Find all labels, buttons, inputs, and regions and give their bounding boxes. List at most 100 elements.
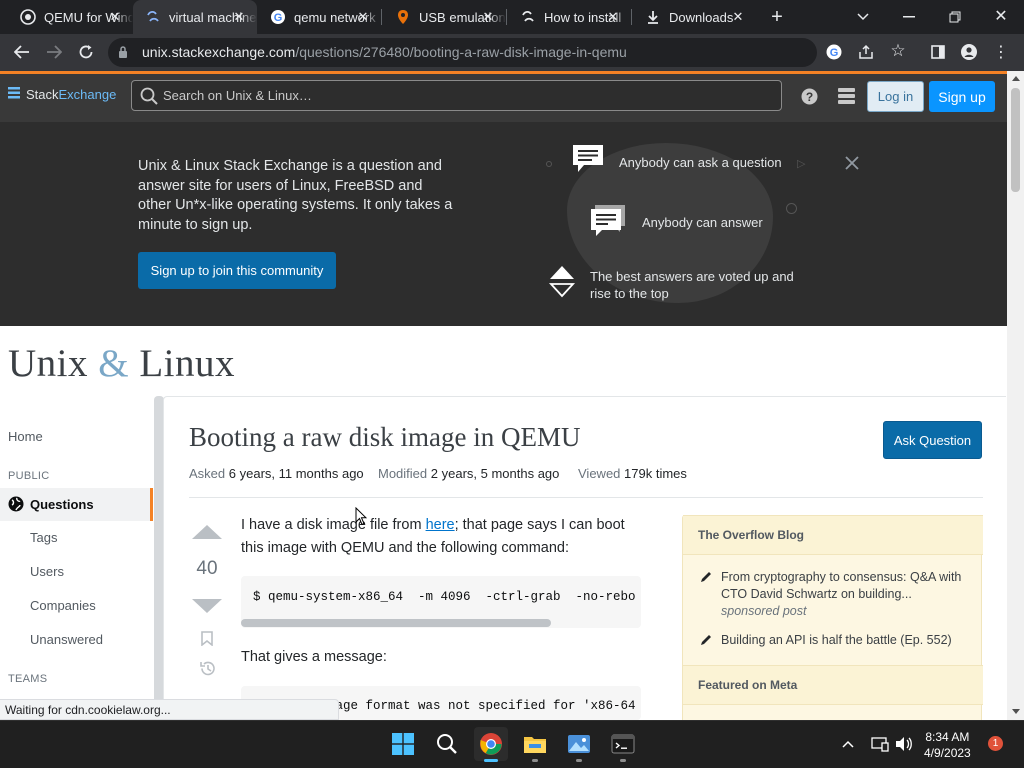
tab-close-icon[interactable]: ✕ [355,9,371,25]
browser-tab[interactable]: G qemu network ✕ [257,0,381,34]
file-explorer-icon[interactable] [518,727,552,761]
url-domain: unix.stackexchange.com [142,44,296,60]
active-app-indicator [484,759,498,762]
taskbar-clock[interactable]: 8:34 AM 4/9/2023 [924,729,971,761]
meta-asked: Asked 6 years, 11 months ago [189,466,364,481]
browser-tab[interactable]: USB emulation ✕ [382,0,506,34]
code-scrollbar[interactable] [241,619,551,627]
bookmark-icon[interactable] [199,630,215,646]
brand-exchange: Exchange [58,87,117,102]
stackexchange-logo[interactable]: Stack Exchange [8,87,116,102]
terminal-icon[interactable] [606,727,640,761]
restore-icon[interactable] [944,6,966,28]
new-tab-plus-icon[interactable]: + [766,6,788,28]
tray-chevron-up-icon[interactable] [840,736,856,752]
history-icon[interactable] [198,659,216,677]
page-scrollbar[interactable] [1007,71,1024,720]
question-paragraph-1: I have a disk image file from here; that… [241,514,651,560]
para-text: I have a disk image file from [241,517,426,533]
scroll-down-arrow-icon[interactable] [1011,707,1020,716]
nav-unanswered[interactable]: Unanswered [30,632,103,647]
side-panel-icon[interactable] [929,43,947,61]
logo-unix: Unix [8,342,88,385]
app-indicator [532,759,538,762]
mouse-cursor-icon [355,506,368,527]
minimize-icon[interactable] [898,6,920,28]
lock-icon[interactable] [117,45,129,59]
blog-item-text[interactable]: From cryptography to consensus: Q&A with… [721,570,961,601]
browser-tab[interactable]: How to install ✕ [507,0,631,34]
help-icon[interactable]: ? [800,87,818,105]
globe-icon [8,496,24,512]
meta-viewed-label: Viewed [578,466,621,481]
nav-users[interactable]: Users [30,564,64,579]
tab-close-icon[interactable]: ✕ [480,9,496,25]
notification-badge[interactable]: 1 [988,736,1003,751]
chrome-menu-icon[interactable]: ⋮ [993,43,1009,61]
site-switcher-icon[interactable] [837,87,855,105]
url-text[interactable]: unix.stackexchange.com/questions/276480/… [142,44,627,60]
pencil-icon [700,634,712,646]
hero-description: Unix & Linux Stack Exchange is a questio… [138,158,453,234]
back-arrow-icon[interactable] [12,42,32,62]
question-paragraph-2: That gives a message: [241,649,387,665]
decor-dot [546,161,552,167]
here-link[interactable]: here [426,517,455,533]
meta-modified-value[interactable]: 2 years, 5 months ago [431,466,560,481]
nav-tags[interactable]: Tags [30,530,57,545]
hero-signup-button[interactable]: Sign up to join this community [138,252,336,289]
decor-dot [786,203,797,214]
browser-tab[interactable]: Downloads ✕ [632,0,756,34]
profile-icon[interactable] [960,43,978,61]
meta-modified-label: Modified [378,466,428,481]
logo-ampersand: & [98,342,130,385]
volume-icon[interactable] [894,735,914,753]
vote-arrows-icon [548,264,576,300]
search-icon[interactable] [430,727,464,761]
windows-start-icon[interactable] [386,727,420,761]
pin-icon [395,9,411,25]
login-button[interactable]: Log in [867,81,924,112]
scroll-up-arrow-icon[interactable] [1011,74,1020,83]
search-icon [139,86,159,106]
downvote-icon[interactable] [191,597,223,615]
nav-home[interactable]: Home [8,429,43,444]
chrome-icon[interactable] [474,727,508,761]
browser-tab[interactable]: QEMU for Windows ✕ [0,0,133,34]
bookmark-star-icon[interactable]: ☆ [889,41,907,60]
answer-bubble-icon [590,204,626,238]
blog-item-2[interactable]: Building an API is half the battle (Ep. … [721,632,971,649]
question-title[interactable]: Booting a raw disk image in QEMU [189,422,580,453]
share-icon[interactable] [857,43,875,61]
tab-close-icon[interactable]: ✕ [231,9,247,25]
reload-icon[interactable] [76,42,96,62]
blog-heading: The Overflow Blog [683,515,983,555]
close-window-icon[interactable]: ✕ [990,5,1012,27]
tab-close-icon[interactable]: ✕ [730,9,746,25]
tab-search-chevron-icon[interactable] [852,6,874,28]
signup-button[interactable]: Sign up [929,81,995,112]
divider [189,497,983,498]
feature-answer: Anybody can answer [642,215,763,230]
scroll-thumb[interactable] [1011,88,1020,192]
browser-tab-active[interactable]: virtual machine ✕ [133,0,257,34]
blog-item-1[interactable]: From cryptography to consensus: Q&A with… [721,569,971,620]
network-display-icon[interactable] [870,735,890,753]
site-logo[interactable]: Unix & Linux [8,341,235,386]
forward-arrow-icon[interactable] [44,42,64,62]
ask-question-button[interactable]: Ask Question [883,421,982,459]
google-lens-icon[interactable]: G [825,43,843,61]
tab-close-icon[interactable]: ✕ [605,9,621,25]
feature-voting: The best answers are voted up and rise t… [590,269,794,301]
browser-tab-strip: QEMU for Windows ✕ virtual machine ✕ G q… [0,0,1024,34]
svg-text:?: ? [805,90,812,104]
tab-close-icon[interactable]: ✕ [107,9,123,25]
sponsored-note: sponsored post [721,604,807,618]
upvote-icon[interactable] [191,523,223,541]
nav-companies[interactable]: Companies [30,598,96,613]
nav-questions[interactable]: Questions [30,497,94,512]
close-icon[interactable] [843,154,861,172]
logo-linux: Linux [139,342,236,385]
stackexchange-icon [20,9,36,25]
photos-app-icon[interactable] [562,727,596,761]
